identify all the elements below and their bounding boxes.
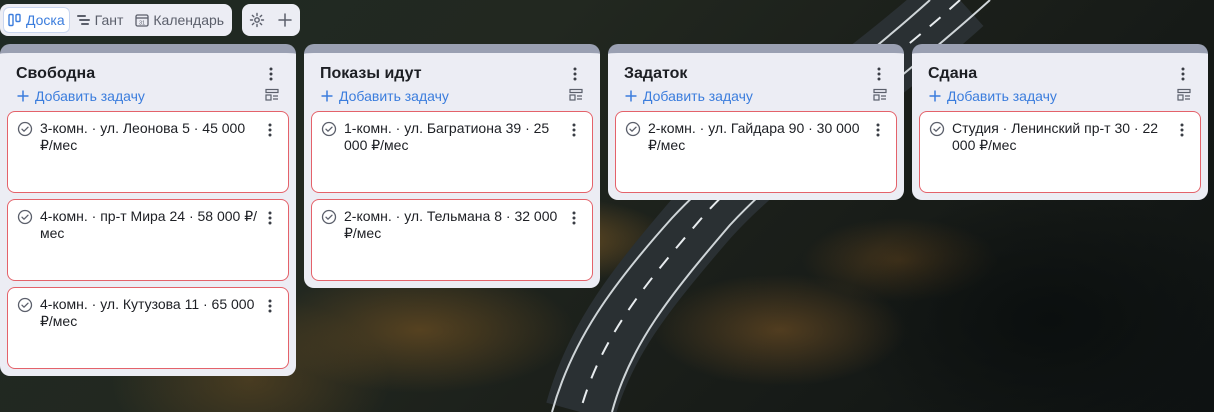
calendar-icon: 31 [135, 13, 150, 27]
view-switcher: Доска Гант 31 Календарь [0, 4, 233, 36]
template-icon[interactable] [265, 88, 281, 104]
view-tab-calendar[interactable]: 31 Календарь [130, 7, 229, 33]
column-title: Сдана [928, 65, 978, 82]
task-card[interactable]: 1-комн. · ул. Багратиона 39 · 25 000 ₽/м… [311, 111, 593, 193]
column-header: Задаток [615, 53, 897, 83]
check-circle-icon[interactable] [17, 297, 33, 313]
card-list: 2-комн. · ул. Гайдара 90 · 30 000 ₽/мес [615, 109, 897, 193]
add-task-button[interactable]: Добавить задачу [17, 88, 145, 104]
plus-icon [17, 89, 29, 103]
check-circle-icon[interactable] [17, 121, 33, 137]
card-menu-icon[interactable] [261, 121, 279, 139]
add-task-row: Добавить задачу [311, 83, 593, 109]
column-menu-icon[interactable] [566, 65, 584, 83]
template-icon[interactable] [1177, 88, 1193, 104]
card-title: 2-комн. · ул. Тельмана 8 · 32 000 ₽/мес [344, 208, 558, 241]
column-header: Показы идут [311, 53, 593, 83]
card-menu-icon[interactable] [565, 209, 583, 227]
view-tab-label: Календарь [153, 12, 225, 28]
card-menu-icon[interactable] [869, 121, 887, 139]
card-title: 2-комн. · ул. Гайдара 90 · 30 000 ₽/мес [648, 120, 860, 153]
add-task-button[interactable]: Добавить задачу [625, 88, 753, 104]
card-menu-icon[interactable] [565, 121, 583, 139]
card-title: 4-комн. · ул. Кутузова 11 · 65 000 ₽/мес [40, 296, 255, 329]
view-tab-board[interactable]: Доска [3, 7, 70, 33]
check-circle-icon[interactable] [625, 121, 641, 137]
column-menu-icon[interactable] [870, 65, 888, 83]
check-circle-icon[interactable] [17, 209, 33, 225]
card-title: 1-комн. · ул. Багратиона 39 · 25 000 ₽/м… [344, 120, 550, 153]
add-task-label: Добавить задачу [947, 88, 1057, 104]
board-tools [242, 4, 301, 36]
task-card[interactable]: Студия · Ленинский пр-т 30 · 22 000 ₽/ме… [919, 111, 1201, 193]
plus-icon [321, 89, 333, 103]
check-circle-icon[interactable] [321, 209, 337, 225]
task-card[interactable]: 3-комн. · ул. Леонова 5 · 45 000 ₽/мес [7, 111, 289, 193]
board-column: Свободна Добавить задачу 3-комн. · ул. Лео… [0, 44, 296, 376]
column-title: Свободна [16, 65, 96, 82]
column-title: Показы идут [320, 65, 422, 82]
card-list: 1-комн. · ул. Багратиона 39 · 25 000 ₽/м… [311, 109, 593, 281]
task-card[interactable]: 4-комн. · ул. Кутузова 11 · 65 000 ₽/мес [7, 287, 289, 369]
board-column: Сдана Добавить задачу Студия · Ленинский п… [912, 44, 1208, 200]
svg-text:31: 31 [139, 21, 145, 27]
view-tab-label: Доска [26, 12, 65, 28]
task-card[interactable]: 4-комн. · пр-т Мира 24 · 58 000 ₽/мес [7, 199, 289, 281]
add-task-row: Добавить задачу [919, 83, 1201, 109]
card-menu-icon[interactable] [1173, 121, 1191, 139]
add-task-label: Добавить задачу [35, 88, 145, 104]
column-header: Свободна [7, 53, 289, 83]
card-menu-icon[interactable] [261, 297, 279, 315]
add-task-button[interactable]: Добавить задачу [929, 88, 1057, 104]
card-list: 3-комн. · ул. Леонова 5 · 45 000 ₽/мес 4-… [7, 109, 289, 369]
column-title: Задаток [624, 65, 688, 82]
gear-icon[interactable] [248, 11, 266, 29]
task-card[interactable]: 2-комн. · ул. Гайдара 90 · 30 000 ₽/мес [615, 111, 897, 193]
view-tab-gantt[interactable]: Гант [72, 7, 129, 33]
card-title: Студия · Ленинский пр-т 30 · 22 000 ₽/ме… [952, 120, 1159, 153]
add-task-row: Добавить задачу [615, 83, 897, 109]
task-card[interactable]: 2-комн. · ул. Тельмана 8 · 32 000 ₽/мес [311, 199, 593, 281]
card-title: 4-комн. · пр-т Мира 24 · 58 000 ₽/мес [40, 208, 257, 241]
column-menu-icon[interactable] [262, 65, 280, 83]
column-menu-icon[interactable] [1174, 65, 1192, 83]
column-header: Сдана [919, 53, 1201, 83]
add-task-label: Добавить задачу [643, 88, 753, 104]
check-circle-icon[interactable] [321, 121, 337, 137]
board-column: Показы идут Добавить задачу 1-комн. · ул. … [304, 44, 600, 288]
card-menu-icon[interactable] [261, 209, 279, 227]
plus-icon [929, 89, 941, 103]
plus-icon[interactable] [276, 11, 294, 29]
template-icon[interactable] [569, 88, 585, 104]
plus-icon [625, 89, 637, 103]
check-circle-icon[interactable] [929, 121, 945, 137]
board-column: Задаток Добавить задачу 2-комн. · ул. Гайд… [608, 44, 904, 200]
gantt-icon [76, 13, 91, 27]
add-task-label: Добавить задачу [339, 88, 449, 104]
card-title: 3-комн. · ул. Леонова 5 · 45 000 ₽/мес [40, 120, 246, 153]
view-tab-label: Гант [94, 12, 124, 28]
card-list: Студия · Ленинский пр-т 30 · 22 000 ₽/ме… [919, 109, 1201, 193]
add-task-button[interactable]: Добавить задачу [321, 88, 449, 104]
template-icon[interactable] [873, 88, 889, 104]
add-task-row: Добавить задачу [7, 83, 289, 109]
board-icon [8, 13, 22, 27]
